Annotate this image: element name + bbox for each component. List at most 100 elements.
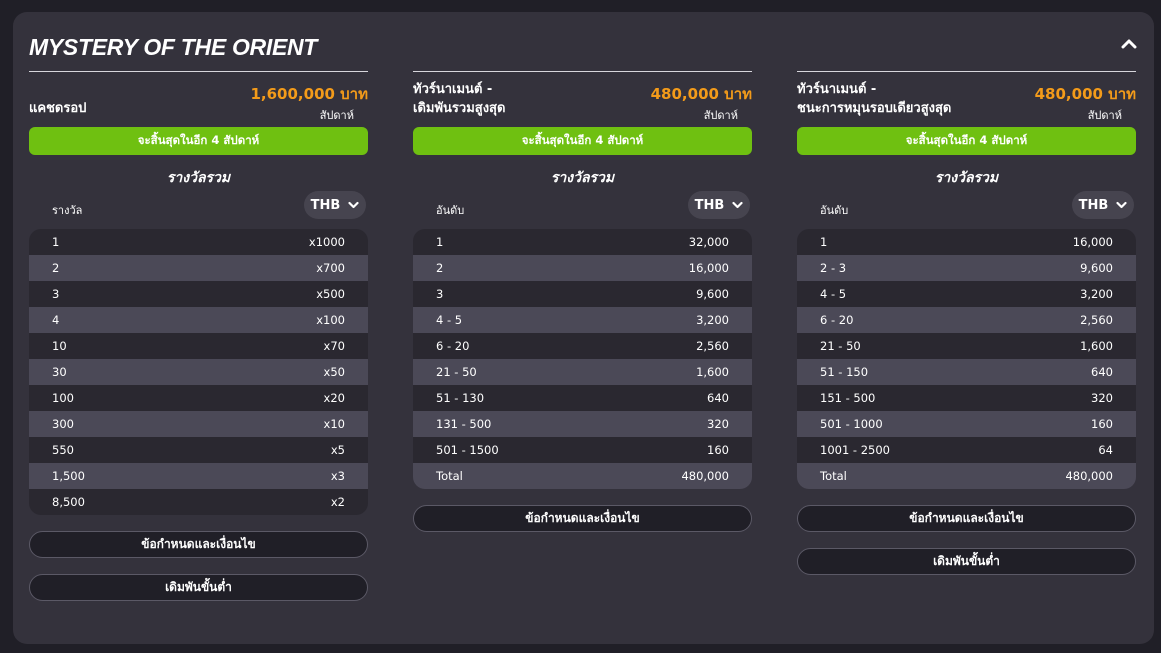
table-cell-rank: 100 — [52, 391, 74, 405]
table-row: 6 - 20 2,560 — [797, 307, 1136, 333]
table-column-label: อันดับ — [820, 204, 849, 217]
table-cell-rank: 1,500 — [52, 469, 85, 483]
table-cell-rank: 501 - 1000 — [820, 417, 883, 431]
promotion-column: แคชดรอป 1,600,000 บาท สัปดาห์ จะสิ้นสุดในอี… — [29, 71, 368, 601]
table-cell-rank: 10 — [52, 339, 67, 353]
ends-in-badge: จะสิ้นสุดในอีก 4 สัปดาห์ — [29, 127, 368, 155]
table-cell-rank: 151 - 500 — [820, 391, 876, 405]
table-cell-rank: 2 — [436, 261, 444, 275]
prize-pool-title: รางวัลรวม — [550, 170, 615, 186]
table-row: 300 x10 — [29, 411, 368, 437]
terms-conditions-button[interactable]: ข้อกำหนดและเงื่อนไข — [413, 505, 752, 532]
table-row: 4 x100 — [29, 307, 368, 333]
table-cell-prize: 2,560 — [1080, 313, 1113, 327]
promotion-column: ทัวร์นาเมนต์ - เดิมพันรวมสูงสุด 480,000 บ… — [413, 71, 752, 532]
table-cell-prize: x500 — [316, 287, 345, 301]
table-cell-prize: x50 — [323, 365, 345, 379]
table-row: 1001 - 2500 64 — [797, 437, 1136, 463]
promotion-name: แคชดรอป — [29, 101, 87, 116]
table-row: 2 16,000 — [413, 255, 752, 281]
table-cell-prize: 9,600 — [1080, 261, 1113, 275]
table-row: 4 - 5 3,200 — [797, 281, 1136, 307]
table-cell-rank: 4 - 5 — [820, 287, 847, 301]
currency-select[interactable]: THB — [688, 191, 750, 219]
table-cell-prize: 640 — [1091, 365, 1113, 379]
table-row: 10 x70 — [29, 333, 368, 359]
table-row: Total 480,000 — [413, 463, 752, 489]
terms-conditions-button[interactable]: ข้อกำหนดและเงื่อนไข — [29, 531, 368, 558]
table-cell-prize: 480,000 — [1065, 469, 1113, 483]
table-row: 1 x1000 — [29, 229, 368, 255]
terms-conditions-button[interactable]: ข้อกำหนดและเงื่อนไข — [797, 505, 1136, 532]
currency-select[interactable]: THB — [304, 191, 366, 219]
table-cell-prize: 16,000 — [1072, 235, 1113, 249]
table-row: 151 - 500 320 — [797, 385, 1136, 411]
currency-value: THB — [1078, 197, 1109, 213]
table-cell-prize: 320 — [707, 417, 729, 431]
table-cell-prize: 9,600 — [696, 287, 729, 301]
chevron-down-icon — [732, 201, 743, 209]
table-cell-prize: x20 — [323, 391, 345, 405]
table-cell-rank: 6 - 20 — [436, 339, 470, 353]
table-cell-rank: 4 - 5 — [436, 313, 463, 327]
table-cell-rank: 1001 - 2500 — [820, 443, 890, 457]
prize-amount: 1,600,000 บาท — [250, 85, 368, 103]
promotion-header: ทัวร์นาเมนต์ - เดิมพันรวมสูงสุด 480,000 บ… — [413, 72, 752, 127]
prize-amount: 480,000 บาท — [650, 85, 752, 103]
prize-period: สัปดาห์ — [1087, 109, 1122, 122]
table-row: 4 - 5 3,200 — [413, 307, 752, 333]
table-cell-prize: 16,000 — [688, 261, 729, 275]
prize-table: 1 x1000 2 x700 3 x500 4 x100 10 x70 30 x50 100 x20 300… — [29, 229, 368, 515]
promotion-column: ทัวร์นาเมนต์ - ชนะการหมุนรอบเดียวสูงสุด 4… — [797, 71, 1136, 575]
currency-value: THB — [694, 197, 725, 213]
table-cell-prize: 64 — [1098, 443, 1113, 457]
table-cell-rank: 4 — [52, 313, 60, 327]
table-cell-prize: x700 — [316, 261, 345, 275]
table-row: 2 x700 — [29, 255, 368, 281]
promotion-panel: MYSTERY OF THE ORIENT แคชดรอป 1,600,000 บ… — [13, 12, 1154, 644]
table-cell-prize: x5 — [330, 443, 345, 457]
table-row: 100 x20 — [29, 385, 368, 411]
table-cell-rank: 501 - 1500 — [436, 443, 499, 457]
minimum-bet-button[interactable]: เดิมพันขั้นต่ำ — [797, 548, 1136, 575]
table-row: 6 - 20 2,560 — [413, 333, 752, 359]
table-row: 550 x5 — [29, 437, 368, 463]
table-cell-prize: 1,600 — [696, 365, 729, 379]
table-row: 30 x50 — [29, 359, 368, 385]
table-cell-rank: 8,500 — [52, 495, 85, 509]
collapse-button[interactable] — [1118, 36, 1140, 52]
table-cell-prize: 320 — [1091, 391, 1113, 405]
chevron-up-icon — [1121, 39, 1137, 49]
table-cell-prize: x70 — [323, 339, 345, 353]
table-cell-prize: 32,000 — [688, 235, 729, 249]
table-cell-prize: 480,000 — [681, 469, 729, 483]
table-cell-rank: Total — [436, 469, 463, 483]
table-cell-prize: 160 — [1091, 417, 1113, 431]
table-row: Total 480,000 — [797, 463, 1136, 489]
table-cell-rank: 1 — [820, 235, 828, 249]
minimum-bet-button[interactable]: เดิมพันขั้นต่ำ — [29, 574, 368, 601]
table-cell-rank: 3 — [52, 287, 60, 301]
table-cell-prize: x2 — [330, 495, 345, 509]
page-title: MYSTERY OF THE ORIENT — [29, 34, 318, 60]
table-column-label: อันดับ — [436, 204, 465, 217]
table-cell-rank: 21 - 50 — [436, 365, 477, 379]
currency-select[interactable]: THB — [1072, 191, 1134, 219]
table-column-label: รางวัล — [52, 204, 83, 217]
table-cell-rank: Total — [820, 469, 847, 483]
table-row: 131 - 500 320 — [413, 411, 752, 437]
prize-period: สัปดาห์ — [703, 109, 738, 122]
table-row: 1,500 x3 — [29, 463, 368, 489]
table-row: 51 - 130 640 — [413, 385, 752, 411]
ends-in-badge: จะสิ้นสุดในอีก 4 สัปดาห์ — [797, 127, 1136, 155]
promotion-name: ทัวร์นาเมนต์ - เดิมพันรวมสูงสุด — [413, 82, 506, 116]
table-cell-rank: 550 — [52, 443, 74, 457]
ends-in-badge: จะสิ้นสุดในอีก 4 สัปดาห์ — [413, 127, 752, 155]
table-cell-prize: 640 — [707, 391, 729, 405]
chevron-down-icon — [348, 201, 359, 209]
prize-table: 1 32,000 2 16,000 3 9,600 4 - 5 3,200 6 - 20 2,56… — [413, 229, 752, 489]
promotion-name: ทัวร์นาเมนต์ - ชนะการหมุนรอบเดียวสูงสุด — [797, 82, 952, 116]
table-cell-prize: x100 — [316, 313, 345, 327]
table-row: 21 - 50 1,600 — [413, 359, 752, 385]
table-cell-prize: 160 — [707, 443, 729, 457]
